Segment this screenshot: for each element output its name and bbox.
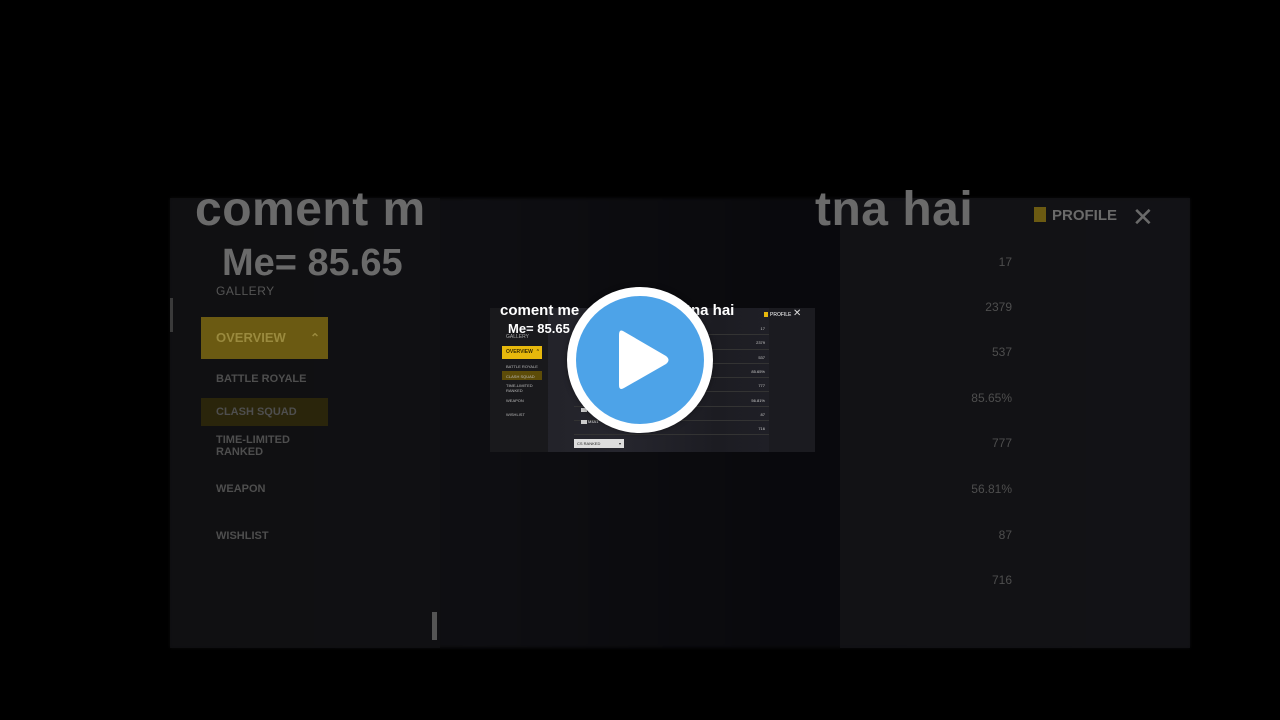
caret-down-icon: ▾ bbox=[618, 441, 621, 446]
thumb-menu-battle-royale: BATTLE ROYALE bbox=[506, 364, 538, 369]
thumb-menu-wishlist: WISHLIST bbox=[506, 412, 525, 417]
thumb-stat-value: 56.81% bbox=[751, 398, 765, 403]
chevron-up-icon: ⌃ bbox=[535, 349, 540, 355]
thumb-close-icon: ✕ bbox=[793, 308, 802, 319]
profile-icon bbox=[764, 312, 768, 317]
thumb-right-panel bbox=[769, 308, 815, 452]
thumb-stat-value: 85.65% bbox=[751, 369, 765, 374]
bg-menu-clash-squad: CLASH SQUAD bbox=[216, 406, 297, 418]
thumb-stat-value: 537 bbox=[758, 355, 765, 360]
bg-caption-line1: coment m tna hai bbox=[195, 182, 973, 237]
chevron-up-icon: ⌃ bbox=[309, 331, 320, 345]
bg-menu-wishlist: WISHLIST bbox=[216, 530, 269, 542]
bg-scroll-indicator bbox=[170, 298, 173, 332]
bg-stat-value: 537 bbox=[991, 345, 1012, 359]
play-icon bbox=[619, 330, 669, 389]
thumb-overview-label: OVERVIEW bbox=[506, 349, 533, 355]
thumb-menu-ranked: RANKED bbox=[506, 388, 523, 393]
bg-scrollbar bbox=[432, 612, 437, 640]
play-button[interactable] bbox=[567, 287, 713, 433]
bg-stat-value: 716 bbox=[991, 573, 1012, 587]
bg-overview-label: OVERVIEW bbox=[216, 330, 286, 345]
bg-gallery-label: GALLERY bbox=[216, 284, 275, 298]
bg-profile-label: PROFILE bbox=[1052, 207, 1118, 224]
bg-stat-value: 56.81% bbox=[971, 482, 1012, 496]
thumb-stat-value: 17 bbox=[760, 326, 765, 331]
profile-icon bbox=[1034, 207, 1046, 222]
bg-profile: PROFILE bbox=[1034, 207, 1117, 224]
bg-caption-line2: Me= 85.65 bbox=[222, 242, 403, 284]
bg-stat-value: 85.65% bbox=[971, 391, 1012, 405]
thumb-mode-selector: CS RANKED ▾ bbox=[574, 439, 624, 448]
thumb-stat-value: 716 bbox=[758, 426, 765, 431]
thumb-stat-value: 777 bbox=[758, 383, 765, 388]
bg-stat-value: 17 bbox=[998, 255, 1012, 269]
bg-caption-left: coment m bbox=[195, 183, 426, 236]
thumb-caption-line2: Me= 85.65 bbox=[508, 321, 570, 336]
bg-caption-right: tna hai bbox=[815, 183, 974, 236]
thumb-stat-value: 2379 bbox=[756, 340, 765, 345]
bg-stat-value: 2379 bbox=[985, 300, 1012, 314]
thumb-profile: PROFILE bbox=[764, 312, 791, 318]
bg-menu-ranked: RANKED bbox=[216, 446, 264, 458]
bg-right-panel bbox=[840, 198, 1190, 648]
thumb-menu-clash-squad: CLASH SQUAD bbox=[506, 374, 535, 379]
bg-menu-weapon: WEAPON bbox=[216, 483, 266, 495]
thumb-overview-tab: OVERVIEW ⌃ bbox=[502, 346, 542, 359]
bg-overview-tab: OVERVIEW ⌃ bbox=[201, 317, 328, 359]
bg-menu-battle-royale: BATTLE ROYALE bbox=[216, 373, 307, 385]
thumb-menu-weapon: WEAPON bbox=[506, 398, 524, 403]
thumb-selector-label: CS RANKED bbox=[577, 441, 601, 446]
thumb-profile-label: PROFILE bbox=[770, 312, 792, 318]
bg-menu-time-limited: TIME-LIMITED bbox=[216, 434, 290, 446]
thumb-stat-value: 87 bbox=[760, 412, 765, 417]
bg-close-icon: ✕ bbox=[1132, 202, 1154, 232]
bg-stat-value: 87 bbox=[998, 528, 1012, 542]
bg-stat-value: 777 bbox=[991, 436, 1012, 450]
